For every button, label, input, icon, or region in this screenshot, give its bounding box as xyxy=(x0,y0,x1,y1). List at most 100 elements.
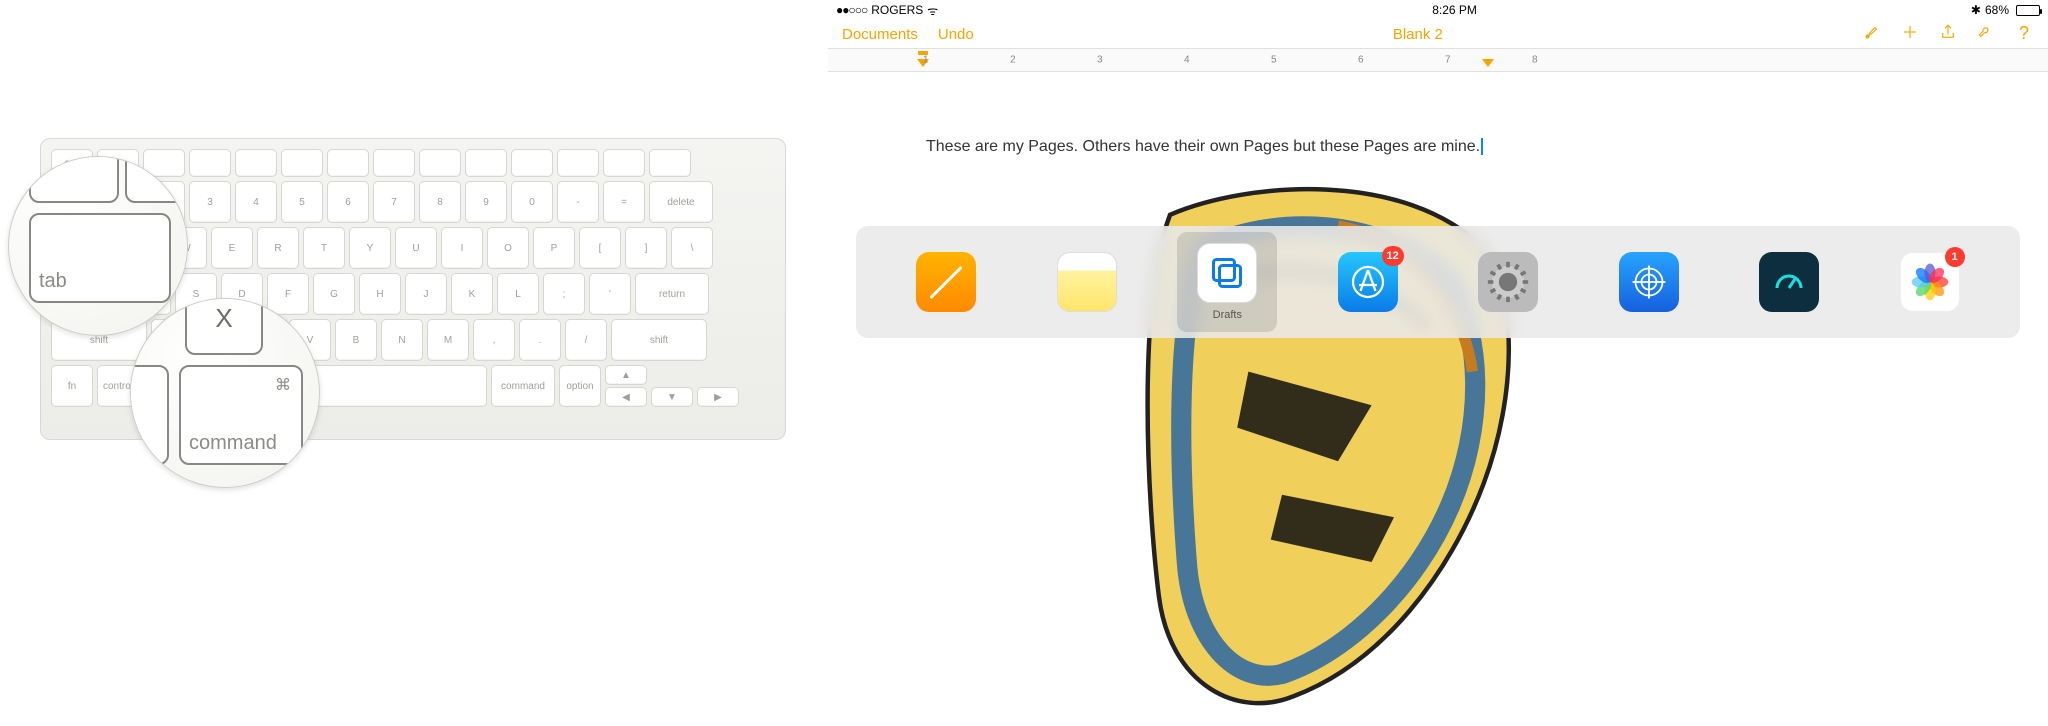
document-title[interactable]: Blank 2 xyxy=(974,26,1862,43)
key-o: O xyxy=(487,227,529,269)
key: 7 xyxy=(373,181,415,223)
zoom-key-command-label: command xyxy=(189,432,277,455)
key-k: K xyxy=(451,273,493,315)
key-,: , xyxy=(473,319,515,361)
key: 4 xyxy=(235,181,277,223)
key-f6 xyxy=(327,149,369,177)
zoom-key-x: X xyxy=(185,298,263,355)
text-cursor xyxy=(1480,138,1483,155)
zoom-lens-command: X ⌘ command xyxy=(130,298,320,488)
app-switcher-item-appstore[interactable]: 12 xyxy=(1318,232,1418,332)
wifi-icon: ᯤ xyxy=(927,2,938,19)
app-switcher-item-notes[interactable] xyxy=(1037,232,1137,332)
key-arrow-right: ▶ xyxy=(697,387,739,407)
badge: 1 xyxy=(1945,247,1965,267)
ruler-tick: 5 xyxy=(1271,55,1277,66)
key-b: B xyxy=(335,319,377,361)
zoom-lens-tab: tab xyxy=(8,156,188,336)
key-f10 xyxy=(511,149,553,177)
key-n: N xyxy=(381,319,423,361)
key-fn: fn xyxy=(51,365,93,407)
app-switcher-item-testflight[interactable] xyxy=(1599,232,1699,332)
keyboard-illustration: esc ~1234567890-=delete tab QWERTYUIOP[]… xyxy=(0,0,828,726)
app-switcher-selected-label: Drafts xyxy=(1213,309,1242,321)
document-text-content[interactable]: These are my Pages. Others have their ow… xyxy=(926,138,1480,155)
key-arrow-down: ▼ xyxy=(651,387,693,407)
app-switcher-item-drafts[interactable]: Drafts xyxy=(1177,232,1277,332)
ruler-tick: 4 xyxy=(1184,55,1190,66)
carrier-name: ROGERS xyxy=(871,3,923,17)
ruler-tick: 7 xyxy=(1445,55,1451,66)
key: 5 xyxy=(281,181,323,223)
pages-toolbar: Documents Undo Blank 2 ? xyxy=(828,20,2048,48)
key-r: R xyxy=(257,227,299,269)
ruler[interactable]: 12345678 xyxy=(828,48,2048,72)
key-': ' xyxy=(589,273,631,315)
key-eject xyxy=(649,149,691,177)
key-command-right: command xyxy=(491,365,555,407)
key-j: J xyxy=(405,273,447,315)
key-e: E xyxy=(211,227,253,269)
key-f11 xyxy=(557,149,599,177)
key-option-right: option xyxy=(559,365,601,407)
key-arrow-up: ▲ xyxy=(605,365,647,385)
settings-app-icon xyxy=(1478,252,1538,312)
key-f12 xyxy=(603,149,645,177)
app-switcher-bar[interactable]: Drafts 12 1 xyxy=(856,226,2020,338)
question-icon[interactable]: ? xyxy=(2014,23,2034,46)
app-switcher-item-speedtest[interactable] xyxy=(1739,232,1839,332)
key-f9 xyxy=(465,149,507,177)
zoom-key-above-left xyxy=(29,156,119,203)
appstore-app-icon: 12 xyxy=(1338,252,1398,312)
ruler-tick: 1 xyxy=(923,55,929,66)
key-/: / xyxy=(565,319,607,361)
key: 3 xyxy=(189,181,231,223)
key-f4 xyxy=(235,149,277,177)
key-delete: delete xyxy=(649,181,713,223)
key-;: ; xyxy=(543,273,585,315)
key-shift-right: shift xyxy=(611,319,707,361)
wrench-icon[interactable] xyxy=(1976,23,1996,46)
badge: 12 xyxy=(1382,246,1404,266)
notes-app-icon xyxy=(1057,252,1117,312)
key-\: \ xyxy=(671,227,713,269)
key: 9 xyxy=(465,181,507,223)
status-bar: ●●○○○ ROGERS ᯤ 8:26 PM ✱ 68% xyxy=(828,0,2048,20)
key-g: G xyxy=(313,273,355,315)
testflight-app-icon xyxy=(1619,252,1679,312)
key: - xyxy=(557,181,599,223)
undo-button[interactable]: Undo xyxy=(938,26,974,43)
key-f: F xyxy=(267,273,309,315)
key-p: P xyxy=(533,227,575,269)
document-body-text[interactable]: These are my Pages. Others have their ow… xyxy=(926,138,1483,156)
speedtest-app-icon xyxy=(1759,252,1819,312)
key-y: Y xyxy=(349,227,391,269)
drafts-app-icon xyxy=(1197,243,1257,303)
app-switcher-item-photos[interactable]: 1 xyxy=(1880,232,1980,332)
key-t: T xyxy=(303,227,345,269)
zoom-key-tab: tab xyxy=(29,213,171,303)
app-switcher-item-pages[interactable] xyxy=(896,232,996,332)
pages-app-icon xyxy=(916,252,976,312)
share-icon[interactable] xyxy=(1938,23,1958,46)
key-u: U xyxy=(395,227,437,269)
key: 6 xyxy=(327,181,369,223)
key-[: [ xyxy=(579,227,621,269)
key: 0 xyxy=(511,181,553,223)
key-f7 xyxy=(373,149,415,177)
documents-button[interactable]: Documents xyxy=(842,26,918,43)
key-return: return xyxy=(635,273,709,315)
key-f5 xyxy=(281,149,323,177)
key-arrow-left: ◀ xyxy=(605,387,647,407)
ruler-right-marker[interactable] xyxy=(1482,59,1494,67)
key-l: L xyxy=(497,273,539,315)
format-brush-icon[interactable] xyxy=(1862,23,1882,46)
zoom-key-command: ⌘ command xyxy=(179,365,303,465)
battery-percent-text: 68% xyxy=(1985,3,2009,17)
zoom-key-left-edge xyxy=(130,365,169,465)
bluetooth-icon: ✱ xyxy=(1971,3,1981,17)
plus-icon[interactable] xyxy=(1900,23,1920,46)
ruler-tick: 8 xyxy=(1532,55,1538,66)
app-switcher-item-settings[interactable] xyxy=(1458,232,1558,332)
command-symbol-icon: ⌘ xyxy=(275,375,291,395)
